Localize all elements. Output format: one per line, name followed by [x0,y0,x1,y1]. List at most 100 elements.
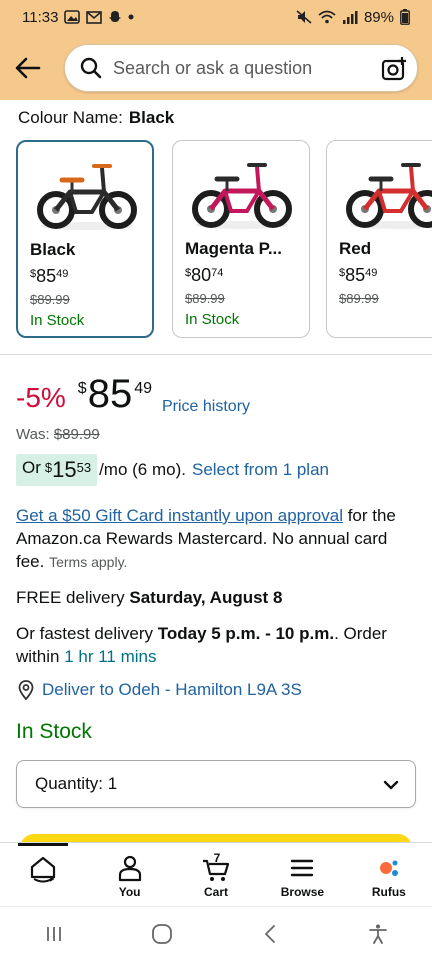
cart-icon: 7 [203,853,230,881]
nav-rufus[interactable]: Rufus [346,843,432,906]
nav-rufus-label: Rufus [371,885,406,899]
home-system-button[interactable] [142,914,182,954]
variant-price: $8074 [185,265,224,285]
availability-status: In Stock [16,720,92,743]
was-price: Was: $89.99 [16,426,100,443]
order-countdown: 1 hr 11 mins [64,647,157,666]
system-back-icon [265,924,275,943]
section-divider [0,354,432,355]
bike-image [346,163,432,229]
variant-was-price: $89.99 [339,291,379,306]
gallery-icon [64,10,81,24]
free-delivery: FREE delivery Saturday, August 8 [16,588,283,607]
accessibility-button[interactable] [358,914,398,954]
bike-fork [100,167,106,193]
wifi-icon [318,10,336,24]
camera-search-icon[interactable] [381,56,407,82]
mute-icon [296,10,312,24]
chevron-down-icon [383,780,399,790]
bike-frame-lower [68,190,106,214]
fastest-delivery: Or fastest delivery Today 5 p.m. - 10 p.… [16,624,387,666]
terms-text[interactable]: Terms apply. [49,554,127,570]
notification-dot-icon [128,14,134,20]
system-back-button[interactable] [250,914,290,954]
back-arrow-icon [15,57,41,79]
nav-browse[interactable]: Browse [259,843,345,906]
colour-label-text: Colour Name: [18,108,123,127]
search-icon [79,56,103,80]
quantity-label: Quantity: [35,774,104,793]
status-bar: 11:33 89% [0,0,432,34]
bike-frame [363,188,429,211]
bike-frame-lower [223,189,261,213]
bottom-navigation: You 7 Cart Browse Rufus [0,842,432,906]
variant-card-magenta[interactable]: Magenta P... $8074 $89.99 In Stock [172,140,310,338]
variant-card-red[interactable]: Red $8549 $89.99 [326,140,432,338]
back-button[interactable] [6,46,50,90]
quantity-value: 1 [107,774,118,793]
variant-stock: In Stock [185,311,240,328]
search-input[interactable] [113,57,353,79]
colour-variant-list: Black $8549 $89.99 In Stock Magenta P...… [16,138,432,342]
home-icon [31,856,56,883]
rufus-assistant-icon [379,860,398,876]
recent-apps-button[interactable] [34,914,74,954]
bike-frame [209,188,275,211]
variant-stock: In Stock [30,312,85,329]
installment-price-chip: Or $15 53 [16,454,98,486]
bike-fork [409,166,415,192]
snapchat-icon [108,10,122,24]
menu-icon [291,859,314,877]
installment-plan: Or $15 53 /mo (6 mo). Select from 1 plan [16,454,329,486]
deliver-to-text: Deliver to Odeh - Hamilton L9A 3S [42,680,302,699]
gift-card-promo-link[interactable]: Get a $50 Gift Card instantly upon appro… [16,506,343,525]
variant-was-price: $89.99 [185,291,225,306]
system-navigation-bar [0,906,432,960]
battery-icon [400,9,410,25]
location-pin-icon [18,680,34,700]
variant-name: Black [30,240,76,259]
home-circle-icon [152,923,172,944]
variant-price: $8549 [339,265,378,285]
installment-term: /mo (6 mo). [99,460,186,479]
variant-card-black[interactable]: Black $8549 $89.99 In Stock [16,140,154,338]
search-bar[interactable] [64,44,418,92]
price-history-link[interactable]: Price history [162,398,250,416]
deliver-to-location[interactable]: Deliver to Odeh - Hamilton L9A 3S [16,680,302,700]
nav-you[interactable]: You [86,843,172,906]
status-time: 11:33 [22,8,59,26]
select-plan-link[interactable]: Select from 1 plan [192,460,329,480]
mail-icon [86,10,103,24]
app-header-area: 11:33 89% [0,0,432,100]
colour-selected-value: Black [128,108,175,127]
nav-you-label: You [118,885,141,899]
bike-frame [54,189,120,212]
nav-browse-label: Browse [280,885,325,899]
current-price: $85 49 [77,372,152,416]
variant-name: Magenta P... [185,239,282,258]
accessibility-icon [369,924,387,944]
quantity-selector[interactable]: Quantity: 1 [16,760,416,808]
cart-count-badge: 7 [214,853,221,865]
free-delivery-date: Saturday, August 8 [129,588,283,607]
bike-frame-lower [377,189,415,213]
nav-home[interactable] [0,843,86,906]
variant-name: Red [339,239,372,258]
user-icon [118,855,141,882]
credit-card-promo: Get a $50 Gift Card instantly upon appro… [16,504,416,574]
discount-percent: -5% [16,382,66,413]
search-header [0,40,432,96]
nav-cart[interactable]: 7 Cart [173,843,259,906]
variant-price: $8549 [30,266,69,286]
price-block: -5% $85 49 Price history [16,372,250,422]
bike-image [192,163,292,229]
colour-label: Colour Name: Black [18,108,174,128]
signal-icon [342,10,358,24]
bike-image [37,164,137,230]
nav-cart-label: Cart [204,885,229,899]
battery-level: 89% [363,8,394,26]
bike-fork [255,166,261,192]
recent-apps-icon [47,926,61,941]
variant-was-price: $89.99 [30,292,70,307]
fastest-delivery-window: Today 5 p.m. - 10 p.m. [157,624,335,643]
